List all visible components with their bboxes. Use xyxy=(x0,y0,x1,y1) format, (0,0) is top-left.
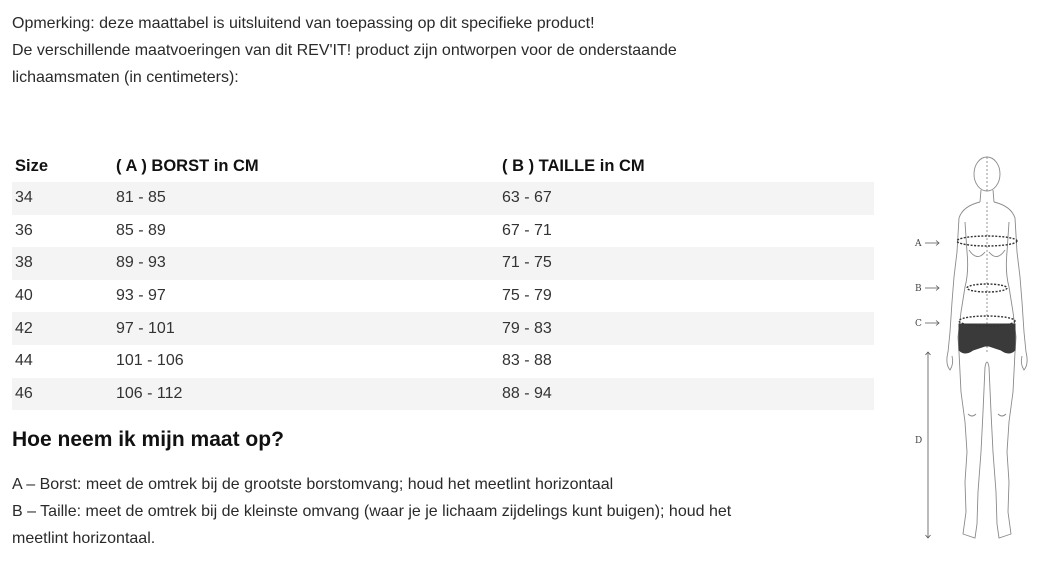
header-chest: ( A ) BORST in CM xyxy=(116,156,259,175)
cell-waist: 67 - 71 xyxy=(502,221,552,239)
label-d: D xyxy=(915,436,922,446)
cell-chest: 85 - 89 xyxy=(116,221,166,239)
cell-chest: 89 - 93 xyxy=(113,247,499,280)
label-c: C xyxy=(915,319,922,329)
size-note: Opmerking: deze maattabel is uitsluitend… xyxy=(12,10,872,91)
cell-size: 40 xyxy=(15,287,33,305)
cell-size: 42 xyxy=(12,312,113,345)
cell-waist: 71 - 75 xyxy=(499,247,874,280)
header-waist: ( B ) TAILLE in CM xyxy=(502,156,645,175)
cell-size: 34 xyxy=(12,182,113,215)
instruction-waist: B – Taille: meet de omtrek bij de kleins… xyxy=(12,498,872,552)
cell-size: 46 xyxy=(12,377,113,411)
table-row: 46 106 - 112 88 - 94 xyxy=(12,377,874,411)
cell-chest: 97 - 101 xyxy=(113,312,499,345)
label-a: A xyxy=(914,239,922,249)
table-row: 40 93 - 97 75 - 79 xyxy=(12,280,874,313)
measure-instructions: A – Borst: meet de omtrek bij de grootst… xyxy=(12,471,872,552)
note-line-1: Opmerking: deze maattabel is uitsluitend… xyxy=(12,15,595,32)
instruction-chest: A – Borst: meet de omtrek bij de grootst… xyxy=(12,476,614,493)
cell-waist: 63 - 67 xyxy=(499,182,874,215)
cell-waist: 83 - 88 xyxy=(502,352,552,370)
body-measurement-figure: A B C D xyxy=(905,152,1045,552)
table-row: 38 89 - 93 71 - 75 xyxy=(12,247,874,280)
cell-waist: 75 - 79 xyxy=(502,287,552,305)
cell-chest: 101 - 106 xyxy=(116,352,184,370)
howto-title: Hoe neem ik mijn maat op? xyxy=(12,428,284,451)
note-line-2: De verschillende maatvoeringen van dit R… xyxy=(12,42,677,59)
table-row: 36 85 - 89 67 - 71 xyxy=(12,215,874,248)
arrow-a-icon xyxy=(925,240,940,246)
cell-chest: 106 - 112 xyxy=(113,377,499,411)
arrow-d-icon xyxy=(925,351,931,539)
cell-waist: 79 - 83 xyxy=(499,312,874,345)
cell-chest: 81 - 85 xyxy=(113,182,499,215)
body-outline-illustration: A B C D xyxy=(914,156,1028,539)
header-size: Size xyxy=(15,156,49,175)
table-row: 42 97 - 101 79 - 83 xyxy=(12,312,874,345)
instruction-waist-line-2: meetlint horizontaal. xyxy=(12,530,156,547)
table-row: 34 81 - 85 63 - 67 xyxy=(12,182,874,215)
note-line-3: lichaamsmaten (in centimeters): xyxy=(12,69,239,86)
cell-waist: 88 - 94 xyxy=(499,377,874,411)
cell-size: 44 xyxy=(15,352,33,370)
arrow-b-icon xyxy=(925,285,940,291)
figure-labels: A B C D xyxy=(914,239,922,446)
cell-size: 38 xyxy=(12,247,113,280)
size-table: Size ( A ) BORST in CM ( B ) TAILLE in C… xyxy=(12,150,874,411)
cell-size: 36 xyxy=(15,221,33,239)
cell-chest: 93 - 97 xyxy=(116,287,166,305)
table-row: 44 101 - 106 83 - 88 xyxy=(12,345,874,378)
instruction-waist-line-1: B – Taille: meet de omtrek bij de kleins… xyxy=(12,503,732,520)
label-b: B xyxy=(915,284,922,294)
undergarment-shape xyxy=(958,323,1016,354)
arrow-c-icon xyxy=(925,320,940,326)
label-arrows xyxy=(925,240,940,539)
table-header-row: Size ( A ) BORST in CM ( B ) TAILLE in C… xyxy=(12,150,874,182)
